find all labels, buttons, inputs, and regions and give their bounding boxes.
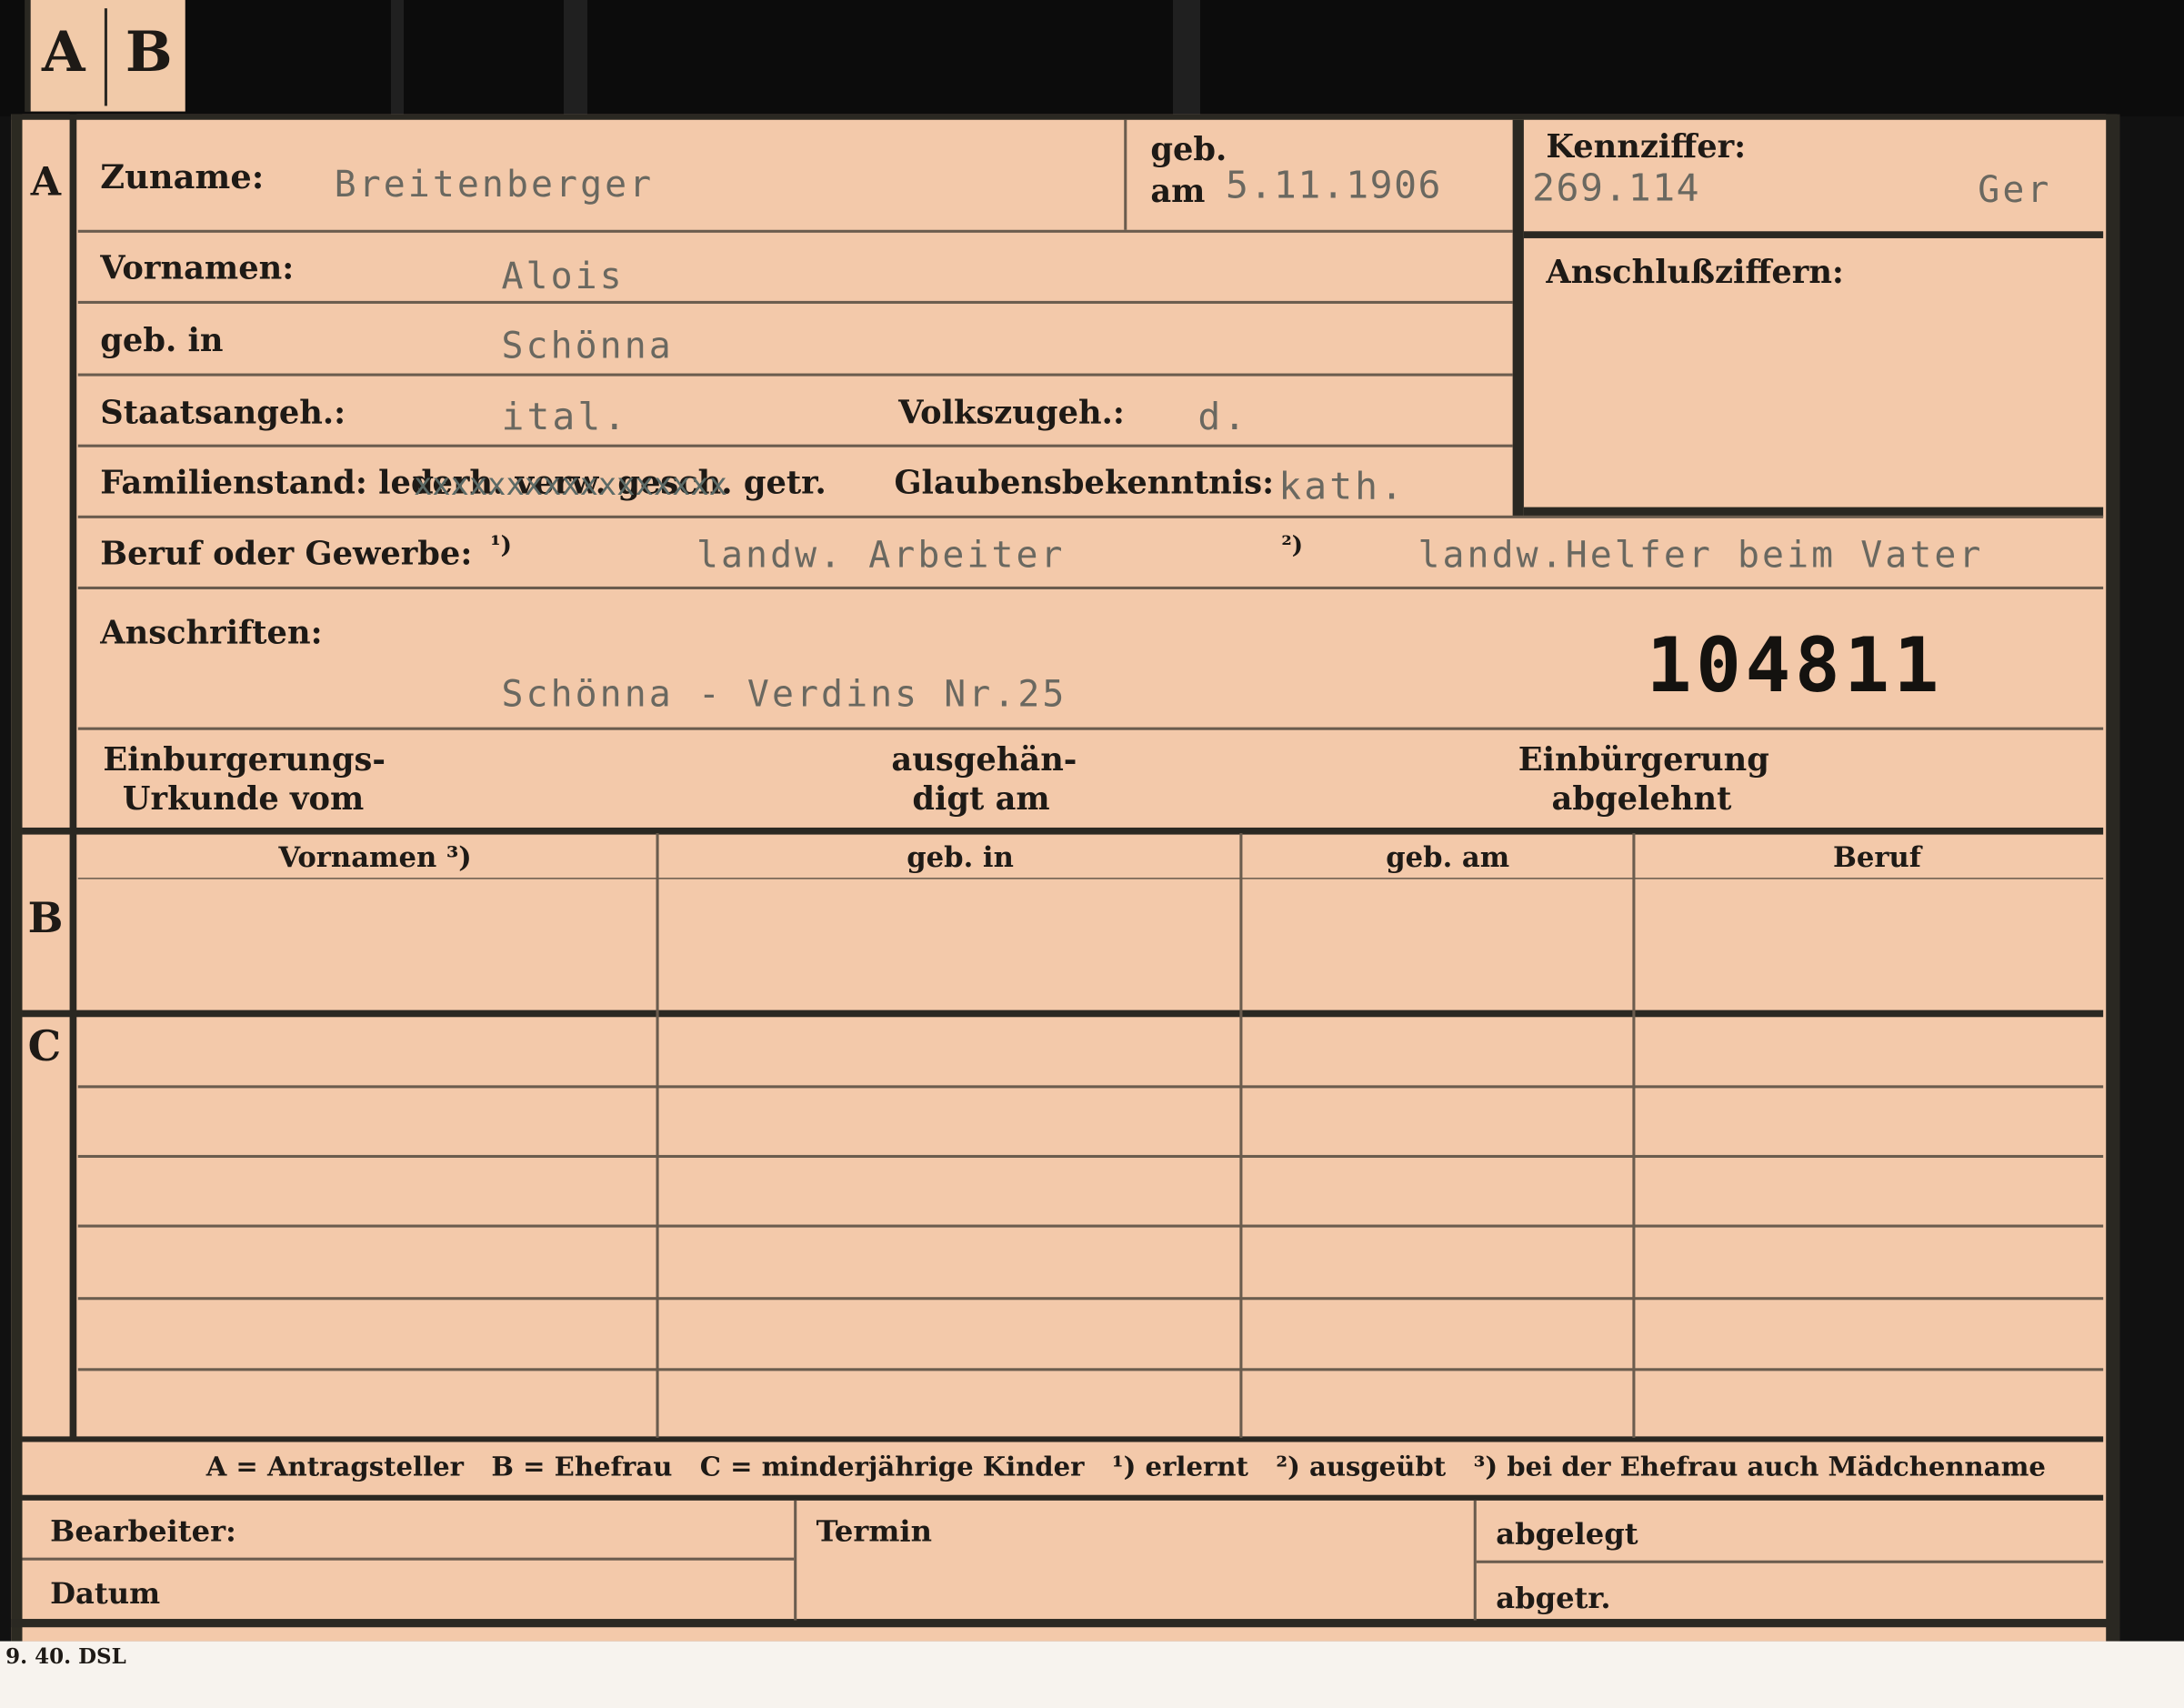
beruf-note-1: ¹) bbox=[490, 532, 512, 560]
familienstand-label: Familienstand: led. bbox=[100, 464, 445, 502]
section-letter-a: A bbox=[30, 158, 61, 206]
beruf-label: Beruf oder Gewerbe: bbox=[100, 535, 473, 573]
anschlussziffern-label: Anschlußziffern: bbox=[1546, 253, 1844, 292]
letter-column-divider bbox=[69, 114, 77, 1438]
section-letter-b: B bbox=[27, 894, 64, 944]
bearbeiter-label: Bearbeiter: bbox=[50, 1512, 236, 1548]
index-card-scene: A B A B C Zuname: Breitenberger geb. am … bbox=[0, 0, 2184, 1708]
familienstand-strikeout: xxxxxxxxxxxxxxxxx bbox=[413, 467, 727, 504]
print-mark: 9. 40. DSL bbox=[5, 1643, 126, 1670]
geb-label: geb. bbox=[1150, 130, 1227, 169]
geb-in-value: Schönna bbox=[501, 326, 674, 368]
abgelegt-label: abgelegt bbox=[1496, 1515, 1638, 1551]
scan-margin-bottom bbox=[0, 1641, 2184, 1708]
table-header-geb-in: geb. in bbox=[907, 839, 1014, 874]
beruf-ausgeuebt-value: landw.Helfer beim Vater bbox=[1418, 535, 1984, 578]
kennziffer-box-left bbox=[1512, 119, 1524, 517]
kennziffer-value: 269.114 bbox=[1532, 166, 1701, 211]
section-b-bottom bbox=[22, 1010, 2104, 1018]
kennziffer-box-divider bbox=[1523, 231, 2104, 238]
section-letter-c: C bbox=[27, 1022, 62, 1072]
datum-label: Datum bbox=[50, 1575, 161, 1611]
card-left-edge bbox=[11, 114, 23, 1642]
card-bottom-border bbox=[11, 1619, 2120, 1628]
table-header-beruf: Beruf bbox=[1832, 839, 1921, 874]
volkszugeh-value: d. bbox=[1197, 396, 1249, 439]
vornamen-value: Alois bbox=[501, 256, 625, 298]
beruf-note-2: ²) bbox=[1281, 532, 1304, 560]
legend-text: A = Antragsteller B = Ehefrau C = minder… bbox=[205, 1452, 2046, 1482]
abgetr-label: abgetr. bbox=[1496, 1580, 1611, 1615]
glaubensbekenntnis-value: kath. bbox=[1278, 465, 1407, 509]
abgelehnt-label-2: abgelehnt bbox=[1551, 779, 1732, 819]
termin-label: Termin bbox=[816, 1512, 933, 1548]
kennziffer-label: Kennziffer: bbox=[1546, 127, 1747, 166]
section-a-bottom bbox=[22, 827, 2104, 835]
section-c-bottom bbox=[22, 1436, 2104, 1442]
staatsangeh-value: ital. bbox=[501, 396, 629, 439]
card-top-border bbox=[11, 114, 2118, 120]
ausgehandigt-label-1: ausgehän- bbox=[891, 740, 1077, 779]
einburgerung-label-1: Einburgerungs- bbox=[103, 740, 386, 779]
geb-am-value: 5.11.1906 bbox=[1226, 164, 1442, 208]
beruf-erlernt-value: landw. Arbeiter bbox=[696, 535, 1066, 578]
tab-letter-b: B bbox=[125, 19, 173, 85]
stamp-number: 104811 bbox=[1646, 621, 1944, 709]
tab-letter-a: A bbox=[41, 19, 85, 85]
anschriften-label: Anschriften: bbox=[100, 614, 323, 652]
einburgerung-label-2: Urkunde vom bbox=[122, 779, 365, 819]
geb-in-label: geb. in bbox=[100, 321, 224, 360]
ausgehandigt-label-2: digt am bbox=[912, 779, 1050, 819]
legend-bottom bbox=[22, 1494, 2104, 1501]
anschrift-value: Schönna - Verdins Nr.25 bbox=[501, 674, 1067, 717]
table-header-geb-am: geb. am bbox=[1386, 839, 1510, 874]
abgelehnt-label-1: Einbürgerung bbox=[1518, 740, 1769, 779]
zuname-label: Zuname: bbox=[100, 156, 265, 196]
card-right-border bbox=[2106, 114, 2120, 1642]
glaubensbekenntnis-label: Glaubensbekenntnis: bbox=[894, 464, 1275, 502]
volkszugeh-label: Volkszugeh.: bbox=[898, 394, 1125, 432]
kennziffer-suffix: Ger bbox=[1978, 169, 2052, 212]
vornamen-label: Vornamen: bbox=[100, 249, 295, 287]
zuname-value: Breitenberger bbox=[334, 164, 655, 206]
table-header-vornamen: Vornamen ³) bbox=[278, 839, 472, 874]
am-label: am bbox=[1150, 172, 1206, 211]
staatsangeh-label: Staatsangeh.: bbox=[100, 394, 346, 432]
